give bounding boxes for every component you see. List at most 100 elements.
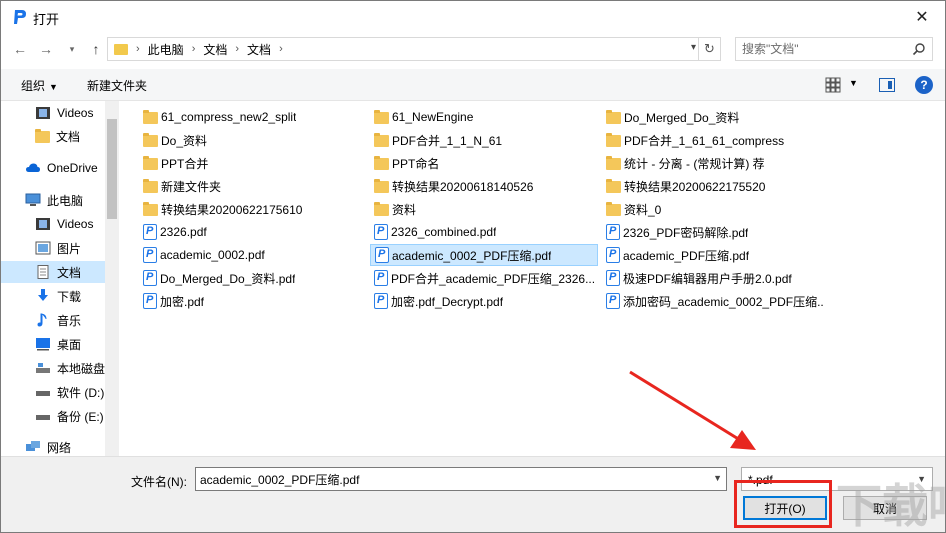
file-name: PDF合并_1_1_N_61 <box>392 133 503 148</box>
folder-icon <box>143 156 158 170</box>
folder-item[interactable]: PDF合并_1_61_61_compress <box>602 129 824 151</box>
search-icon[interactable] <box>912 42 926 56</box>
folder-item[interactable]: Do_Merged_Do_资料 <box>602 106 824 128</box>
organize-button[interactable]: 组织 ▼ <box>21 77 58 94</box>
folder-item[interactable]: 61_NewEngine <box>370 106 598 128</box>
pdf-file-item[interactable]: 加密.pdf_Decrypt.pdf <box>370 290 598 312</box>
breadcrumb-documents-sub[interactable]: 文档 <box>247 41 271 58</box>
folder-icon <box>143 202 158 216</box>
folder-item[interactable]: PPT命名 <box>370 152 598 174</box>
file-type-select[interactable]: *.pdf ▼ <box>741 467 933 491</box>
drive-icon <box>36 415 50 420</box>
pdf-file-icon <box>374 270 388 286</box>
up-button[interactable]: ↑ <box>85 39 107 59</box>
folder-item[interactable]: 转换结果20200622175520 <box>602 175 824 197</box>
file-name: 加密.pdf_Decrypt.pdf <box>391 294 504 309</box>
pdf-file-item[interactable]: academic_0002_PDF压缩.pdf <box>370 244 598 266</box>
pictures-icon <box>35 241 51 255</box>
breadcrumb-this-pc[interactable]: 此电脑 <box>148 41 184 58</box>
network-icon <box>26 441 40 451</box>
folder-item[interactable]: 61_compress_new2_split <box>139 106 361 128</box>
chevron-right-icon: › <box>136 43 140 55</box>
pdf-file-item[interactable]: academic_0002.pdf <box>139 244 361 266</box>
view-options-icon[interactable] <box>825 77 841 93</box>
file-name: 资料 <box>392 202 417 217</box>
folder-icon <box>606 156 621 170</box>
arrow-right-icon: → <box>39 41 53 57</box>
file-name: 资料_0 <box>624 202 662 217</box>
drive-icon <box>36 363 50 373</box>
address-dropdown-icon[interactable]: ▾ <box>691 42 696 53</box>
folder-item[interactable]: 转换结果20200622175610 <box>139 198 361 220</box>
pdf-file-item[interactable]: 加密.pdf <box>139 290 361 312</box>
file-name: PPT合并 <box>161 156 209 171</box>
sidebar-item-videos-pc[interactable]: Videos <box>1 213 105 235</box>
sidebar-item-documents[interactable]: 文档 <box>1 125 105 147</box>
pdf-file-icon <box>374 293 388 309</box>
file-name: 2326_PDF密码解除.pdf <box>623 225 749 240</box>
help-icon[interactable]: ? <box>915 76 933 94</box>
close-button[interactable]: ✕ <box>899 1 945 33</box>
pdf-file-item[interactable]: academic_PDF压缩.pdf <box>602 244 824 266</box>
pdf-file-item[interactable]: 2326_combined.pdf <box>370 221 598 243</box>
view-dropdown-icon[interactable]: ▼ <box>849 78 858 88</box>
pdf-file-item[interactable]: 极速PDF编辑器用户手册2.0.pdf <box>602 267 824 289</box>
back-button[interactable]: ← <box>9 39 31 59</box>
pdf-file-icon <box>606 270 620 286</box>
sidebar-item-documents-pc[interactable]: 文档 <box>1 261 105 283</box>
pdf-file-item[interactable]: Do_Merged_Do_资料.pdf <box>139 267 361 289</box>
breadcrumb-documents[interactable]: 文档 <box>203 41 227 58</box>
folder-item[interactable]: 资料 <box>370 198 598 220</box>
pdf-file-item[interactable]: 2326_PDF密码解除.pdf <box>602 221 824 243</box>
pdf-file-item[interactable]: PDF合并_academic_PDF压缩_2326... <box>370 267 598 289</box>
folder-item[interactable]: 资料_0 <box>602 198 824 220</box>
folder-item[interactable]: PPT合并 <box>139 152 361 174</box>
chevron-down-icon[interactable]: ▼ <box>713 473 722 483</box>
chevron-down-icon: ▼ <box>917 474 926 484</box>
filename-label: 文件名(N): <box>131 475 187 489</box>
search-input[interactable] <box>736 38 906 60</box>
open-button[interactable]: 打开(O) <box>743 496 827 520</box>
sidebar-item-downloads[interactable]: 下载 <box>1 285 105 307</box>
refresh-button[interactable]: ↻ <box>699 37 721 61</box>
pdf-file-item[interactable]: 2326.pdf <box>139 221 361 243</box>
filename-combobox: ▼ <box>195 467 727 491</box>
search-box <box>735 37 933 61</box>
cancel-button[interactable]: 取消 <box>843 496 927 520</box>
file-name: academic_PDF压缩.pdf <box>623 248 750 263</box>
pdf-file-item[interactable]: 添加密码_academic_0002_PDF压缩... <box>602 290 824 312</box>
sidebar-item-this-pc[interactable]: 此电脑 <box>1 189 105 211</box>
sidebar-item-drive-d[interactable]: 软件 (D:) <box>1 381 105 403</box>
folder-icon <box>606 110 621 124</box>
sidebar-item-music[interactable]: 音乐 <box>1 309 105 331</box>
sidebar-item-desktop[interactable]: 桌面 <box>1 333 105 355</box>
folder-icon <box>606 133 621 147</box>
file-name: Do_Merged_Do_资料.pdf <box>160 271 296 286</box>
folder-item[interactable]: 新建文件夹 <box>139 175 361 197</box>
sidebar-item-network[interactable]: 网络 <box>1 436 105 456</box>
folder-icon <box>606 179 621 193</box>
sidebar-item-drive-e[interactable]: 备份 (E:) <box>1 405 105 427</box>
sidebar-item-onedrive[interactable]: OneDrive <box>1 157 105 179</box>
new-folder-button[interactable]: 新建文件夹 <box>87 77 147 94</box>
recent-locations-button[interactable]: ▾ <box>61 39 83 59</box>
folder-icon <box>374 133 389 147</box>
folder-item[interactable]: Do_资料 <box>139 129 361 151</box>
file-name: 2326_combined.pdf <box>391 225 497 239</box>
filename-input[interactable] <box>196 468 706 490</box>
folder-item[interactable]: PDF合并_1_1_N_61 <box>370 129 598 151</box>
folder-item[interactable]: 统计 - 分离 - (常规计算) 荐 <box>602 152 824 174</box>
sidebar-item-local-disk[interactable]: 本地磁盘 <box>1 357 105 379</box>
forward-button[interactable]: → <box>35 39 57 59</box>
sidebar-scroll-thumb[interactable] <box>107 119 117 219</box>
preview-pane-icon[interactable] <box>879 78 895 92</box>
sidebar-item-pictures[interactable]: 图片 <box>1 237 105 259</box>
address-bar[interactable]: › 此电脑 › 文档 › 文档 › ▾ <box>107 37 699 61</box>
folder-item[interactable]: 转换结果20200618140526 <box>370 175 598 197</box>
arrow-up-icon: ↑ <box>92 41 100 57</box>
file-list: 61_compress_new2_split Do_资料 PPT合并 新建文件夹 转换结… <box>129 105 941 455</box>
video-icon <box>36 107 50 119</box>
sidebar-item-videos[interactable]: Videos <box>1 102 105 124</box>
title-bar: 打开 ✕ <box>1 1 945 33</box>
folder-icon <box>374 110 389 124</box>
